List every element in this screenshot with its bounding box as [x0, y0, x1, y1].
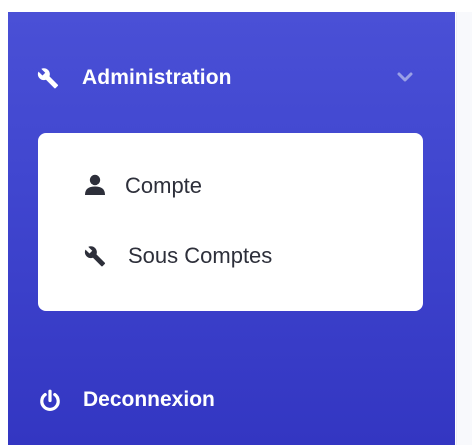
submenu-item-label: Compte [125, 173, 203, 198]
wrench-icon [84, 245, 106, 267]
logout-button[interactable]: Deconnexion [8, 379, 455, 423]
power-icon [38, 389, 62, 413]
nav-item-label: Administration [82, 66, 232, 89]
sidebar: Administration Compte Sous Comptes Decon… [8, 12, 455, 445]
page: Administration Compte Sous Comptes Decon… [0, 0, 472, 445]
user-icon [84, 174, 106, 196]
submenu-panel: Compte Sous Comptes [38, 133, 423, 311]
wrench-icon [37, 67, 59, 89]
content-area-edge [456, 12, 472, 445]
chevron-down-icon[interactable] [396, 70, 414, 84]
submenu-item-sous-comptes[interactable]: Sous Comptes [38, 233, 423, 279]
submenu-item-label: Sous Comptes [128, 243, 273, 268]
nav-item-administration[interactable]: Administration [8, 56, 455, 100]
submenu-item-compte[interactable]: Compte [38, 163, 423, 209]
logout-label: Deconnexion [83, 388, 215, 411]
